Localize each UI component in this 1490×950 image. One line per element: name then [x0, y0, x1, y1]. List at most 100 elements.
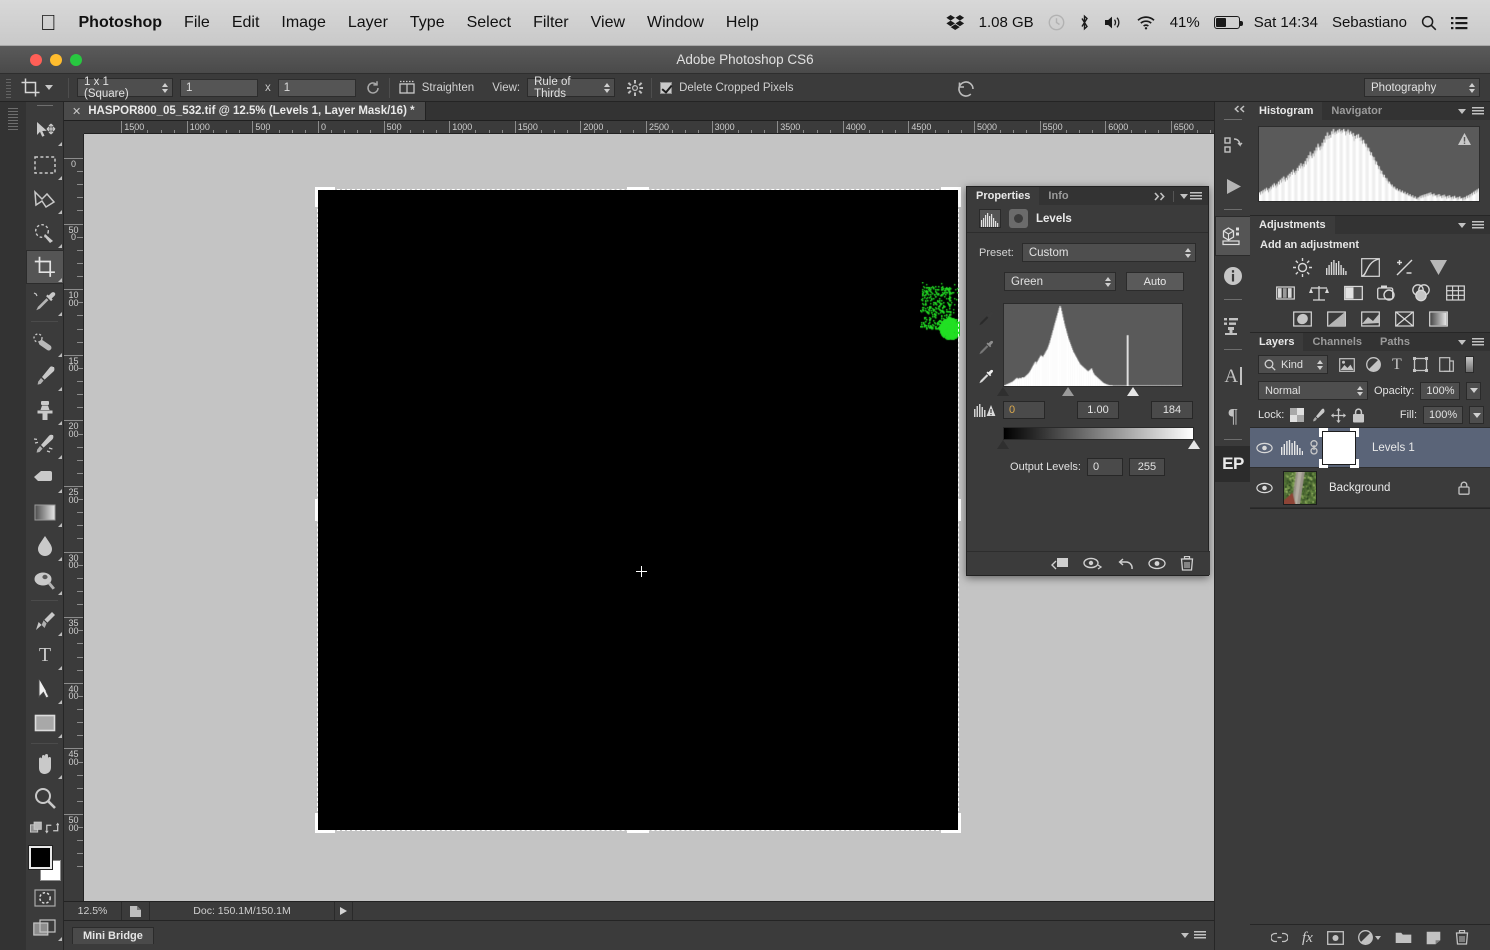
crop-tool[interactable]: [26, 250, 64, 284]
set-white-point-icon[interactable]: [977, 369, 994, 386]
input-gamma-field[interactable]: 1.00: [1077, 401, 1119, 419]
blur-tool[interactable]: [26, 529, 64, 563]
rectangular-marquee-tool[interactable]: [26, 148, 64, 182]
crop-tool-icon[interactable]: [17, 76, 43, 100]
dodge-tool[interactable]: [26, 563, 64, 597]
new-adjustment-icon[interactable]: [1357, 930, 1381, 945]
output-gradient-bar[interactable]: [1003, 427, 1194, 440]
layer-visibility-toggle[interactable]: [1250, 442, 1278, 454]
tab-properties[interactable]: Properties: [967, 187, 1040, 205]
play-arrow-icon[interactable]: [335, 901, 353, 921]
document-tab[interactable]: ✕ HASPOR800_05_532.tif @ 12.5% (Levels 1…: [64, 102, 426, 120]
straighten-label[interactable]: Straighten: [422, 82, 474, 94]
dropbox-size-label[interactable]: 1.08 GB: [979, 14, 1034, 31]
channel-select[interactable]: Green: [1004, 272, 1116, 291]
screen-mode-icon[interactable]: [26, 913, 64, 943]
crop-handle-br-v[interactable]: [958, 813, 961, 833]
history-panel-icon[interactable]: [1215, 126, 1251, 166]
link-layers-icon[interactable]: [1271, 932, 1288, 943]
layer-thumbnail-background[interactable]: [1283, 470, 1317, 505]
tab-layers[interactable]: Layers: [1250, 333, 1304, 351]
reset-icon[interactable]: [955, 78, 977, 98]
crop-width-input[interactable]: 1: [180, 78, 258, 97]
toolbar-grip[interactable]: [26, 102, 63, 114]
vibrance-icon[interactable]: [1427, 257, 1449, 277]
input-black-field[interactable]: 0: [1003, 401, 1045, 419]
gradient-tool[interactable]: [26, 495, 64, 529]
color-lookup-icon[interactable]: [1444, 283, 1466, 303]
threshold-icon[interactable]: [1359, 309, 1381, 329]
menu-item-select[interactable]: Select: [467, 14, 511, 32]
output-black-slider[interactable]: [997, 440, 1009, 449]
tab-navigator[interactable]: Navigator: [1322, 102, 1391, 120]
layer-mask-icon[interactable]: [1009, 209, 1028, 228]
zoom-level-field[interactable]: 12.5%: [64, 901, 122, 921]
lock-all-icon[interactable]: [1352, 407, 1365, 423]
layer-name-levels-1[interactable]: Levels 1: [1372, 442, 1415, 454]
3d-panel-icon[interactable]: [1215, 216, 1251, 256]
menu-item-layer[interactable]: Layer: [348, 14, 388, 32]
character-panel-icon[interactable]: A: [1215, 356, 1251, 396]
swap-dimensions-icon[interactable]: [365, 80, 381, 96]
layer-mask-thumbnail[interactable]: [1319, 427, 1359, 468]
layer-comps-panel-icon[interactable]: [1215, 306, 1251, 346]
blend-mode-select[interactable]: Normal: [1258, 381, 1368, 400]
options-bar-grip[interactable]: [5, 77, 13, 98]
clone-stamp-tool[interactable]: [26, 393, 64, 427]
double-chevron-left-icon[interactable]: [1215, 102, 1250, 116]
histogram-panel-menu[interactable]: [1458, 102, 1490, 120]
invert-icon[interactable]: [1291, 309, 1313, 329]
maximize-button[interactable]: [70, 53, 82, 66]
mini-bridge-tab[interactable]: Mini Bridge: [72, 927, 154, 944]
menu-item-file[interactable]: File: [184, 14, 210, 32]
output-white-slider[interactable]: [1188, 440, 1200, 449]
path-selection-tool[interactable]: [26, 672, 64, 706]
layers-panel-menu[interactable]: [1458, 333, 1490, 351]
tab-adjustments[interactable]: Adjustments: [1250, 216, 1335, 234]
output-white-field[interactable]: 255: [1128, 458, 1165, 476]
layer-row-levels-1[interactable]: Levels 1: [1250, 427, 1490, 468]
hand-tool[interactable]: [26, 747, 64, 781]
menu-item-window[interactable]: Window: [647, 14, 704, 32]
rectangle-tool[interactable]: [26, 706, 64, 740]
photo-filter-icon[interactable]: [1376, 283, 1398, 303]
menu-item-photoshop[interactable]: Photoshop: [79, 14, 163, 32]
wifi-icon[interactable]: [1136, 15, 1156, 30]
minimize-button[interactable]: [50, 53, 62, 66]
quick-selection-tool[interactable]: [26, 216, 64, 250]
reset-adjustment-icon[interactable]: [1117, 557, 1134, 571]
tab-paths[interactable]: Paths: [1371, 333, 1419, 351]
notification-center-icon[interactable]: [1451, 16, 1468, 30]
link-mask-icon[interactable]: [1306, 440, 1322, 455]
add-mask-icon[interactable]: [1326, 930, 1344, 945]
panel-menu-icon[interactable]: [1180, 191, 1202, 201]
filter-pixel-icon[interactable]: [1339, 357, 1355, 372]
levels-icon[interactable]: [1325, 257, 1347, 277]
double-chevron-right-icon[interactable]: [1154, 191, 1167, 201]
fill-field[interactable]: 100%: [1423, 406, 1463, 424]
selective-color-icon[interactable]: [1427, 309, 1449, 329]
filter-shape-icon[interactable]: [1412, 357, 1428, 372]
paragraph-panel-icon[interactable]: ¶: [1215, 396, 1251, 436]
delete-icon[interactable]: [1180, 556, 1194, 571]
lasso-tool[interactable]: [26, 182, 64, 216]
left-strip-grip[interactable]: [8, 108, 18, 130]
edit-toolbar-icon[interactable]: [30, 821, 45, 835]
info-panel-icon[interactable]: [1215, 256, 1251, 296]
crop-handle-br[interactable]: [941, 830, 961, 833]
tab-histogram[interactable]: Histogram: [1250, 102, 1323, 120]
delete-layer-icon[interactable]: [1455, 930, 1469, 945]
layer-visibility-toggle-2[interactable]: [1250, 482, 1278, 494]
crop-tool-preset-arrow[interactable]: [45, 85, 53, 90]
layer-name-background[interactable]: Background: [1329, 482, 1390, 494]
crop-handle-right[interactable]: [958, 499, 961, 521]
fill-dropdown-arrow[interactable]: [1469, 406, 1484, 424]
filter-adjustment-icon[interactable]: [1366, 357, 1381, 372]
dock-grip-1[interactable]: [1215, 116, 1250, 126]
input-black-slider[interactable]: [997, 387, 1009, 396]
search-icon[interactable]: [1421, 15, 1437, 31]
gear-icon[interactable]: [627, 79, 644, 96]
filter-type-icon[interactable]: T: [1392, 356, 1402, 374]
document-icon[interactable]: [122, 901, 150, 921]
dock-grip-3[interactable]: [1215, 296, 1250, 306]
